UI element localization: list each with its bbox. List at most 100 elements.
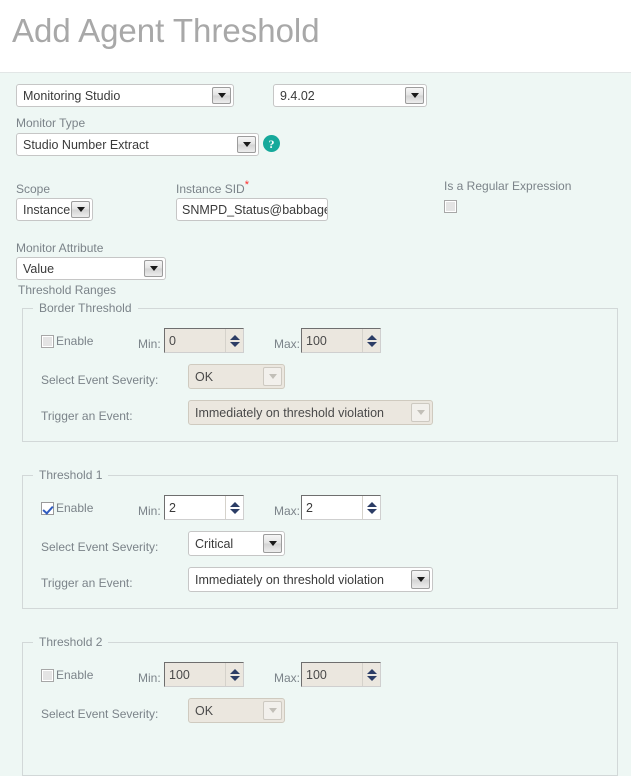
spinner-buttons[interactable]	[225, 329, 243, 352]
product-select[interactable]: Monitoring Studio	[16, 84, 234, 107]
severity-select[interactable]: OK	[188, 698, 285, 723]
monitor-attribute-select[interactable]: Value	[16, 257, 166, 280]
severity-label: Select Event Severity:	[41, 373, 159, 387]
monitor-type-value: Studio Number Extract	[23, 137, 149, 152]
monitor-attribute-value: Value	[23, 261, 55, 276]
monitor-type-select[interactable]: Studio Number Extract	[16, 133, 259, 156]
chevron-down-icon[interactable]	[237, 136, 256, 153]
chevron-down-icon[interactable]	[71, 201, 90, 218]
page-title: Add Agent Threshold	[12, 12, 320, 49]
spinner-buttons[interactable]	[225, 663, 243, 686]
spinner-down-icon[interactable]	[366, 675, 377, 681]
trigger-label: Trigger an Event:	[41, 409, 133, 423]
max-label: Max:	[274, 504, 301, 518]
regex-label: Is a Regular Expression	[444, 179, 572, 193]
chevron-down-icon[interactable]	[212, 87, 231, 104]
scope-value: Instance	[23, 202, 71, 217]
page-header: Add Agent Threshold	[0, 0, 631, 73]
spinner-up-icon[interactable]	[366, 334, 377, 340]
regex-checkbox[interactable]	[444, 199, 457, 214]
severity-value: OK	[195, 703, 214, 718]
min-label: Min:	[138, 337, 161, 351]
spinner-buttons[interactable]	[225, 496, 243, 519]
checkbox-box[interactable]	[41, 334, 54, 348]
spinner-up-icon[interactable]	[366, 501, 377, 507]
min-label: Min:	[138, 671, 161, 685]
severity-select[interactable]: Critical	[188, 531, 285, 556]
threshold-group-2: Threshold 2 Enable Min: 100 Max: 100 Sel…	[22, 635, 618, 776]
enable-checkbox[interactable]: Enable	[41, 668, 93, 682]
chevron-down-icon[interactable]	[405, 87, 424, 104]
min-value: 100	[169, 667, 190, 682]
scope-label: Scope	[16, 182, 51, 196]
min-value: 0	[169, 333, 176, 348]
trigger-select[interactable]: Immediately on threshold violation	[188, 567, 433, 592]
monitor-attribute-label: Monitor Attribute	[16, 241, 104, 255]
severity-label: Select Event Severity:	[41, 540, 159, 554]
spinner-down-icon[interactable]	[229, 508, 240, 514]
threshold-group-1: Threshold 1 Enable Min: 2 Max: 2 Select …	[22, 468, 618, 609]
max-spinner[interactable]: 2	[301, 495, 381, 520]
spinner-down-icon[interactable]	[366, 508, 377, 514]
required-asterisk: *	[244, 179, 249, 191]
spinner-buttons[interactable]	[362, 329, 380, 352]
monitor-type-label: Monitor Type	[16, 116, 86, 130]
spinner-down-icon[interactable]	[229, 675, 240, 681]
max-spinner[interactable]: 100	[301, 328, 381, 353]
enable-checkbox[interactable]: Enable	[41, 334, 93, 348]
min-value: 2	[169, 500, 176, 515]
checkbox-box[interactable]	[41, 668, 54, 682]
product-select-value: Monitoring Studio	[23, 88, 121, 103]
spinner-up-icon[interactable]	[229, 334, 240, 340]
chevron-down-icon[interactable]	[411, 403, 430, 422]
spinner-buttons[interactable]	[362, 663, 380, 686]
trigger-label: Trigger an Event:	[41, 576, 133, 590]
chevron-down-icon[interactable]	[263, 534, 282, 553]
help-question-icon[interactable]: ?	[263, 135, 280, 152]
version-select[interactable]: 9.4.02	[273, 84, 427, 107]
max-value: 2	[306, 500, 313, 515]
max-label: Max:	[274, 671, 301, 685]
min-spinner[interactable]: 100	[164, 662, 244, 687]
enable-label: Enable	[56, 668, 94, 682]
severity-value: OK	[195, 369, 214, 384]
enable-checkbox[interactable]: Enable	[41, 501, 93, 515]
severity-label: Select Event Severity:	[41, 707, 159, 721]
spinner-buttons[interactable]	[362, 496, 380, 519]
instance-sid-label-text: Instance SID	[176, 182, 245, 196]
spinner-up-icon[interactable]	[229, 668, 240, 674]
chevron-down-icon[interactable]	[411, 570, 430, 589]
checkbox-box[interactable]	[41, 501, 54, 515]
max-value: 100	[306, 333, 327, 348]
spinner-up-icon[interactable]	[229, 501, 240, 507]
enable-label: Enable	[56, 501, 94, 515]
instance-sid-label: Instance SID*	[176, 179, 249, 197]
severity-value: Critical	[195, 536, 234, 551]
min-label: Min:	[138, 504, 161, 518]
min-spinner[interactable]: 0	[164, 328, 244, 353]
spinner-down-icon[interactable]	[366, 341, 377, 347]
threshold-group-title: Border Threshold	[39, 301, 132, 315]
threshold-ranges-label: Threshold Ranges	[18, 283, 117, 297]
form-body: Monitoring Studio 9.4.02 Monitor Type St…	[0, 73, 631, 776]
threshold-group-title: Threshold 2	[39, 635, 103, 649]
trigger-value: Immediately on threshold violation	[195, 405, 384, 420]
checkbox-box[interactable]	[444, 200, 457, 214]
chevron-down-icon[interactable]	[263, 367, 282, 386]
spinner-up-icon[interactable]	[366, 668, 377, 674]
min-spinner[interactable]: 2	[164, 495, 244, 520]
version-select-value: 9.4.02	[280, 88, 315, 103]
chevron-down-icon[interactable]	[263, 701, 282, 720]
severity-select[interactable]: OK	[188, 364, 285, 389]
chevron-down-icon[interactable]	[144, 260, 163, 277]
max-label: Max:	[274, 337, 301, 351]
trigger-value: Immediately on threshold violation	[195, 572, 384, 587]
max-spinner[interactable]: 100	[301, 662, 381, 687]
instance-sid-input[interactable]: SNMPD_Status@babbage	[176, 198, 328, 221]
spinner-down-icon[interactable]	[229, 341, 240, 347]
trigger-select[interactable]: Immediately on threshold violation	[188, 400, 433, 425]
threshold-group-title: Threshold 1	[39, 468, 103, 482]
enable-label: Enable	[56, 334, 94, 348]
max-value: 100	[306, 667, 327, 682]
scope-select[interactable]: Instance	[16, 198, 93, 221]
